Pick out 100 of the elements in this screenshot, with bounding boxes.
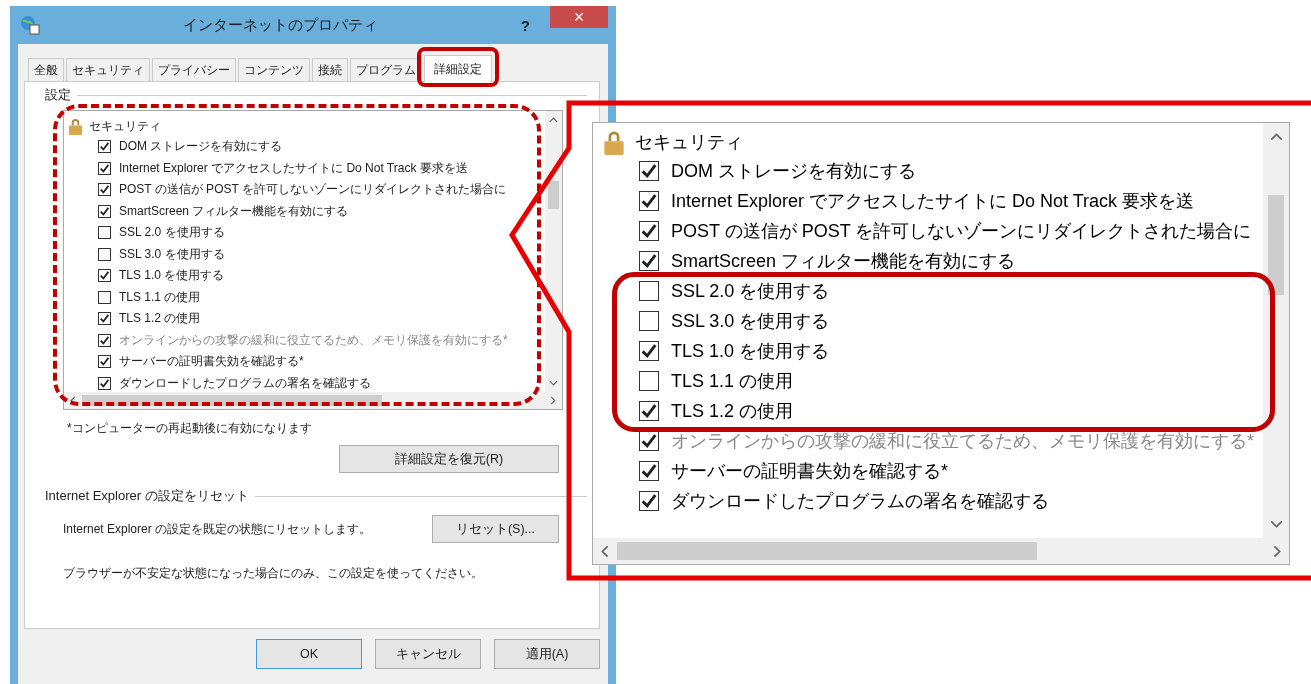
caret-down-icon[interactable]	[1269, 520, 1283, 528]
setting-label: SSL 2.0 を使用する	[119, 224, 225, 242]
checkbox[interactable]	[98, 247, 111, 261]
dialog-button[interactable]: OK	[256, 639, 362, 669]
tab[interactable]: セキュリティ	[66, 58, 150, 81]
check-icon	[99, 141, 110, 153]
checkbox[interactable]	[639, 341, 659, 361]
scrollbar-thumb[interactable]	[548, 181, 559, 209]
check-icon	[640, 252, 658, 270]
scrollbar-thumb[interactable]	[82, 395, 382, 406]
setting-label: ダウンロードしたプログラムの署名を確認する	[119, 374, 371, 392]
tab[interactable]: 全般	[28, 58, 64, 81]
check-icon	[640, 192, 658, 210]
checkbox[interactable]	[639, 371, 659, 391]
checkbox[interactable]	[98, 140, 111, 154]
checkbox[interactable]	[98, 312, 111, 326]
caret-down-icon[interactable]	[549, 380, 558, 386]
checkbox[interactable]	[639, 491, 659, 511]
setting-label: SSL 3.0 を使用する	[119, 245, 225, 263]
checkbox[interactable]	[639, 221, 659, 241]
dialog-button[interactable]: キャンセル	[375, 639, 481, 669]
check-icon	[640, 402, 658, 420]
check-icon	[640, 222, 658, 240]
check-icon	[99, 313, 110, 325]
setting-label: ダウンロードしたプログラムの署名を確認する	[671, 490, 1049, 513]
help-button[interactable]: ?	[520, 16, 530, 34]
setting-label: TLS 1.1 の使用	[671, 370, 794, 393]
checkbox[interactable]	[639, 281, 659, 301]
checkbox[interactable]	[98, 290, 111, 304]
checkbox[interactable]	[639, 251, 659, 271]
checkbox[interactable]	[98, 376, 111, 390]
checkbox[interactable]	[639, 401, 659, 421]
checkbox[interactable]	[639, 191, 659, 211]
reset-note: ブラウザーが不安定な状態になった場合にのみ、この設定を使ってください。	[63, 565, 484, 582]
setting-label: POST の送信が POST を許可しないゾーンにリダイレクトされた場合に	[671, 220, 1252, 243]
padlock-icon	[68, 117, 83, 135]
check-icon	[640, 492, 658, 510]
setting-label: SmartScreen フィルター機能を有効にする	[119, 202, 349, 220]
caret-right-icon[interactable]	[1273, 544, 1281, 558]
setting-label: TLS 1.0 を使用する	[671, 340, 830, 363]
check-icon	[99, 270, 110, 282]
checkbox[interactable]	[98, 355, 111, 369]
setting-label: SSL 2.0 を使用する	[671, 280, 830, 303]
setting-label: サーバーの証明書失効を確認する*	[671, 460, 948, 483]
category-label: セキュリティ	[89, 117, 161, 135]
setting-label: SSL 3.0 を使用する	[671, 310, 830, 333]
setting-label: オンラインからの攻撃の緩和に役立てるため、メモリ保護を有効にする*	[119, 331, 508, 349]
setting-label: TLS 1.2 の使用	[671, 400, 794, 423]
tab[interactable]: 接続	[312, 58, 348, 81]
restore-defaults-button[interactable]: 詳細設定を復元(R)	[339, 445, 559, 473]
setting-label: TLS 1.1 の使用	[119, 288, 201, 306]
check-icon	[99, 356, 110, 368]
group-label: 設定	[45, 86, 71, 104]
setting-label: Internet Explorer でアクセスしたサイトに Do Not Track 要求を送	[671, 190, 1195, 213]
check-icon	[640, 162, 658, 180]
setting-label: TLS 1.2 の使用	[119, 310, 201, 328]
footnote-text: *コンピューターの再起動後に有効になります	[67, 420, 313, 437]
checkbox[interactable]	[98, 183, 111, 197]
check-icon	[640, 342, 658, 360]
caret-left-icon[interactable]	[601, 544, 609, 558]
check-icon	[640, 462, 658, 480]
setting-label: SmartScreen フィルター機能を有効にする	[671, 250, 1016, 273]
window-title: インターネットのプロパティ	[181, 15, 379, 35]
setting-label: オンラインからの攻撃の緩和に役立てるため、メモリ保護を有効にする*	[671, 430, 1254, 453]
setting-label: POST の送信が POST を許可しないゾーンにリダイレクトされた場合に	[119, 181, 506, 199]
checkbox[interactable]	[639, 311, 659, 331]
checkbox[interactable]	[639, 461, 659, 481]
caret-up-icon[interactable]	[549, 117, 558, 123]
check-icon	[640, 432, 658, 450]
checkbox[interactable]	[639, 161, 659, 181]
close-button[interactable]: ×	[550, 6, 608, 28]
setting-label: DOM ストレージを有効にする	[119, 138, 283, 156]
setting-label: サーバーの証明書失効を確認する*	[119, 353, 304, 371]
category-label: セキュリティ	[635, 131, 743, 154]
scrollbar-thumb[interactable]	[1268, 195, 1284, 295]
setting-label: DOM ストレージを有効にする	[671, 160, 916, 183]
group-label: Internet Explorer の設定をリセット	[45, 487, 249, 505]
check-icon	[99, 377, 110, 389]
checkbox[interactable]	[98, 204, 111, 218]
checkbox[interactable]	[98, 226, 111, 240]
dialog-button[interactable]: 適用(A)	[494, 639, 600, 669]
scrollbar-thumb[interactable]	[617, 542, 1037, 560]
tab[interactable]: コンテンツ	[238, 58, 310, 81]
padlock-icon	[603, 129, 625, 155]
tab[interactable]: プライバシー	[152, 58, 236, 81]
checkbox[interactable]	[98, 269, 111, 283]
globe-document-icon	[20, 15, 40, 35]
tab[interactable]: プログラム	[350, 58, 422, 81]
setting-label: Internet Explorer でアクセスしたサイトに Do Not Track 要求を送	[119, 159, 468, 177]
check-icon	[99, 205, 110, 217]
reset-button[interactable]: リセット(S)...	[432, 515, 559, 543]
reset-description: Internet Explorer の設定を既定の状態にリセットします。	[63, 520, 372, 538]
caret-up-icon[interactable]	[1269, 133, 1283, 141]
check-icon	[99, 162, 110, 174]
tab[interactable]: 詳細設定	[424, 55, 492, 82]
caret-right-icon[interactable]	[550, 396, 556, 405]
check-icon	[99, 184, 110, 196]
checkbox[interactable]	[98, 161, 111, 175]
check-icon	[99, 334, 110, 346]
setting-label: TLS 1.0 を使用する	[119, 267, 225, 285]
